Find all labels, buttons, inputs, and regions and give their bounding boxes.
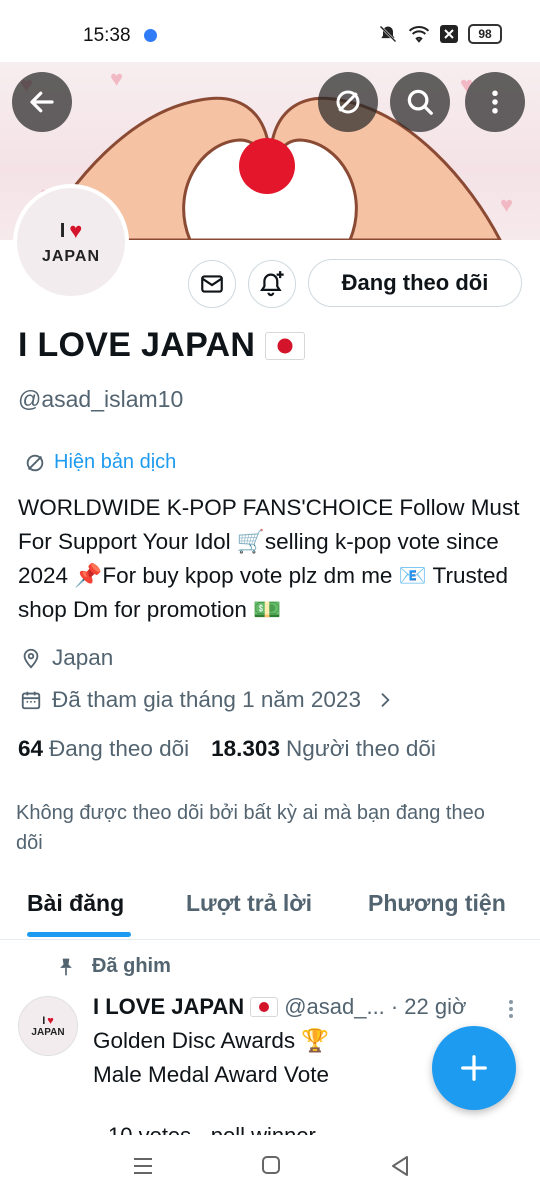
status-time: 15:38 [83,25,131,46]
recent-apps-icon[interactable] [132,1154,154,1178]
plus-icon [461,1055,487,1081]
location-text: Japan [52,645,114,670]
post-avatar-text-japan: JAPAN [31,1026,65,1038]
profile-name: I LOVE JAPAN [18,326,306,365]
followers-count: 18.303 [211,736,280,761]
pinned-label: Đã ghim [92,955,171,977]
post-poll-summary: 10 votes · poll winner [108,1123,368,1135]
home-icon[interactable] [261,1154,281,1176]
translate-icon [26,454,44,471]
post-header: I LOVE JAPAN @asad_... · 22 giờ [93,994,466,1020]
more-vertical-icon [492,90,498,114]
battery-indicator: 98 [468,24,502,44]
post-author-name[interactable]: I LOVE JAPAN [93,994,244,1020]
post-text-line-2: Male Medal Award Vote [93,1062,329,1087]
japan-flag-icon [265,331,306,360]
following-stat[interactable]: 64 Đang theo dõi [18,736,189,762]
heart-icon: ♥ [69,218,83,243]
tab-replies[interactable]: Lượt trả lời [186,890,312,917]
joined-text: Đã tham gia tháng 1 năm 2023 [52,687,361,712]
profile-avatar[interactable]: I ♥ JAPAN [13,184,129,300]
mute-icon [379,25,397,43]
avatar-love-text: I ♥ [60,218,83,244]
more-vertical-icon [509,1000,513,1018]
search-icon [407,89,433,115]
not-followed-note: Không được theo dõi bởi bất kỳ ai mà bạn… [16,802,485,854]
translate-icon [336,90,360,114]
avatar-text-i: I [59,219,66,242]
location-pin-icon [23,648,39,669]
tab-media[interactable]: Phương tiện [368,890,506,917]
show-translation-link[interactable]: Hiện bản dịch [24,451,176,474]
system-navigation-bar [0,1136,540,1200]
avatar-text-japan: JAPAN [41,248,101,265]
pin-icon [60,958,72,975]
following-count: 64 [18,736,44,761]
followers-stat[interactable]: 18.303 Người theo dõi [211,736,436,762]
post-text: Golden Disc Awards 🏆 Male Medal Award Vo… [93,1024,329,1092]
active-tab-indicator [27,932,131,937]
profile-location: Japan [20,645,113,671]
notify-button[interactable] [248,260,296,308]
wifi-icon [408,26,430,43]
post-more-button[interactable] [504,998,518,1020]
post-text-line-1: Golden Disc Awards 🏆 [93,1028,330,1053]
tab-posts[interactable]: Bài đăng [27,890,124,917]
profile-bio: WORLDWIDE K-POP FANS'CHOICE Follow Must … [18,495,520,622]
following-label: Đang theo dõi [49,736,190,761]
avatar-image: I ♥ JAPAN [17,188,125,296]
back-button[interactable] [12,72,72,132]
arrow-left-icon [30,91,54,113]
show-translation-label: Hiện bản dịch [54,451,177,473]
calendar-icon [21,691,41,710]
compose-button[interactable] [432,1026,516,1110]
message-button[interactable] [188,260,236,308]
status-icons: 98 [378,24,502,44]
following-button[interactable]: Đang theo dõi [308,259,522,307]
app-notification-icon [144,29,157,42]
pinned-indicator: Đã ghim [56,955,171,978]
post-avatar-text-i: I [42,1014,46,1027]
post-timestamp[interactable]: · 22 giờ [391,994,467,1020]
post-author-handle[interactable]: @asad_... [284,994,385,1020]
profile-handle: @asad_islam10 [18,386,184,412]
heart-icon: ♥ [47,1014,54,1027]
followers-label: Người theo dõi [285,736,436,761]
translate-banner-button[interactable] [318,72,378,132]
profile-tabs: Bài đăng Lượt trả lời Phương tiện [0,870,540,940]
post-avatar-love: I ♥ [42,1015,54,1027]
search-button[interactable] [390,72,450,132]
follow-stats: 64 Đang theo dõi 18.303 Người theo dõi [18,736,436,762]
chevron-right-icon [381,693,390,707]
more-options-button[interactable] [465,72,525,132]
back-nav-icon[interactable] [390,1154,410,1178]
x-app-icon [440,25,458,43]
status-bar: 15:38 98 [0,0,540,62]
profile-name-text: I LOVE JAPAN [18,326,256,364]
profile-joined[interactable]: Đã tham gia tháng 1 năm 2023 [20,687,395,713]
bell-plus-icon [260,271,284,297]
post-avatar[interactable]: I ♥ JAPAN [18,996,78,1056]
mail-icon [201,275,223,293]
japan-flag-icon [250,997,279,1017]
